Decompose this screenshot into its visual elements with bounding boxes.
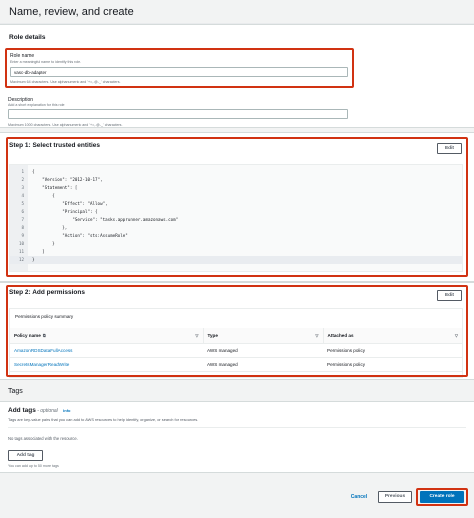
line-number: 11 <box>18 249 24 254</box>
code-text: "Version": "2012-10-17", <box>32 177 103 182</box>
code-line[interactable]: 12} <box>10 256 462 264</box>
code-line[interactable]: 10 } <box>10 240 462 248</box>
tags-panel: Add tags - optional Info Tags are key-va… <box>0 401 474 473</box>
line-number: 9 <box>21 233 24 238</box>
code-line[interactable]: 11 ] <box>10 248 462 256</box>
line-number: 2 <box>21 177 24 182</box>
col-attached-as[interactable]: Attached as ▽ <box>323 328 462 344</box>
line-number: 5 <box>21 201 24 206</box>
code-line[interactable]: 8 }, <box>10 224 462 232</box>
policy-name-link[interactable]: AmazonRDSDataFullAccess <box>10 343 203 358</box>
optional-label: - optional <box>37 408 58 414</box>
previous-button[interactable]: Previous <box>378 491 412 503</box>
permissions-table: Policy name ⧉ ▽ Type ▽ Attached as ▽ AmazonR… <box>10 328 462 372</box>
code-line[interactable]: 3 "Statement": [ <box>10 184 462 192</box>
step2-header: Step 2: Add permissions <box>9 289 85 296</box>
step2-edit-button[interactable]: Edit <box>437 290 462 301</box>
permissions-summary-box: Permissions policy summary Policy name ⧉ ▽… <box>9 308 463 378</box>
role-name-label: Role name <box>10 53 35 59</box>
code-line[interactable]: 1{ <box>10 168 462 176</box>
policy-attached-as: Permissions policy <box>323 343 462 358</box>
line-number: 6 <box>21 209 24 214</box>
line-number: 3 <box>21 185 24 190</box>
code-line[interactable]: 5 "Effect": "Allow", <box>10 200 462 208</box>
tags-description: Tags are key-value pairs that you can ad… <box>8 417 199 422</box>
external-link-icon: ⧉ <box>42 332 46 338</box>
policy-attached-as: Permissions policy <box>323 357 462 372</box>
code-line[interactable]: 6 "Principal": { <box>10 208 462 216</box>
code-text: "Effect": "Allow", <box>32 201 108 206</box>
line-number: 1 <box>21 169 24 174</box>
description-input[interactable] <box>8 109 348 119</box>
code-text: "Statement": [ <box>32 185 78 190</box>
cancel-button[interactable]: Cancel <box>344 492 374 503</box>
code-text: "Service": "tasks.apprunner.amazonaws.co… <box>32 217 179 222</box>
code-text: "Principal": { <box>32 209 98 214</box>
policy-name-link[interactable]: SecretsManagerReadWrite <box>10 357 203 372</box>
trust-policy-editor: 1{2 "Version": "2012-10-17", 3 "Statement… <box>9 164 463 272</box>
role-details-header: Role details <box>9 34 46 41</box>
code-text: } <box>32 241 55 246</box>
code-text: ] <box>32 249 45 254</box>
table-row: SecretsManagerReadWrite AWS managed Perm… <box>10 357 462 372</box>
code-text: } <box>32 257 35 262</box>
role-name-constraint: Maximum 64 characters. Use alphanumeric … <box>10 80 121 84</box>
line-number: 7 <box>21 217 24 222</box>
policy-type: AWS managed <box>203 357 323 372</box>
code-text: { <box>32 169 35 174</box>
role-name-input[interactable] <box>10 67 348 77</box>
tags-divider <box>8 427 466 428</box>
tags-section-title: Tags <box>8 388 23 395</box>
no-tags-text: No tags associated with the resource. <box>8 436 78 441</box>
add-tags-heading: Add tags - optional Info <box>8 407 71 414</box>
description-constraint: Maximum 1000 characters. Use alphanumeri… <box>8 123 123 127</box>
table-row: AmazonRDSDataFullAccess AWS managed Perm… <box>10 343 462 358</box>
code-text: "Action": "sts:AssumeRole" <box>32 233 128 238</box>
line-number: 12 <box>18 257 24 262</box>
step1-edit-button[interactable]: Edit <box>437 143 462 154</box>
create-role-button[interactable]: Create role <box>420 491 464 503</box>
description-hint: Add a short explanation for this role <box>8 103 65 107</box>
col-policy-name[interactable]: Policy name ⧉ ▽ <box>10 328 204 344</box>
table-header-row: Policy name ⧉ ▽ Type ▽ Attached as ▽ <box>10 328 462 344</box>
sort-icon[interactable]: ▽ <box>315 333 318 338</box>
code-line[interactable]: 7 "Service": "tasks.apprunner.amazonaws.… <box>10 216 462 224</box>
sort-icon[interactable]: ▽ <box>455 333 458 338</box>
line-number: 8 <box>21 225 24 230</box>
code-text: }, <box>32 225 68 230</box>
role-details-panel: Role details Role name Enter a meaningfu… <box>0 24 474 128</box>
step1-panel: Step 1: Select trusted entities Edit 1{2… <box>0 132 474 282</box>
line-number: 10 <box>18 241 24 246</box>
step1-header: Step 1: Select trusted entities <box>9 142 101 149</box>
sort-icon[interactable]: ▽ <box>195 333 198 338</box>
page-title: Name, review, and create <box>9 6 134 18</box>
code-line[interactable]: 9 "Action": "sts:AssumeRole" <box>10 232 462 240</box>
code-line[interactable]: 4 { <box>10 192 462 200</box>
role-name-hint: Enter a meaningful name to identify this… <box>10 60 82 64</box>
line-number: 4 <box>21 193 24 198</box>
col-type[interactable]: Type ▽ <box>203 328 324 344</box>
tags-limit-text: You can add up to 50 more tags <box>8 464 59 468</box>
code-text: { <box>32 193 55 198</box>
permissions-summary-label: Permissions policy summary <box>15 314 74 319</box>
step2-panel: Step 2: Add permissions Edit Permissions… <box>0 282 474 380</box>
policy-type: AWS managed <box>203 343 323 358</box>
code-line[interactable]: 2 "Version": "2012-10-17", <box>10 176 462 184</box>
add-tags-title: Add tags <box>8 407 36 414</box>
info-link[interactable]: Info <box>63 408 70 413</box>
add-tag-button[interactable]: Add tag <box>8 450 43 461</box>
